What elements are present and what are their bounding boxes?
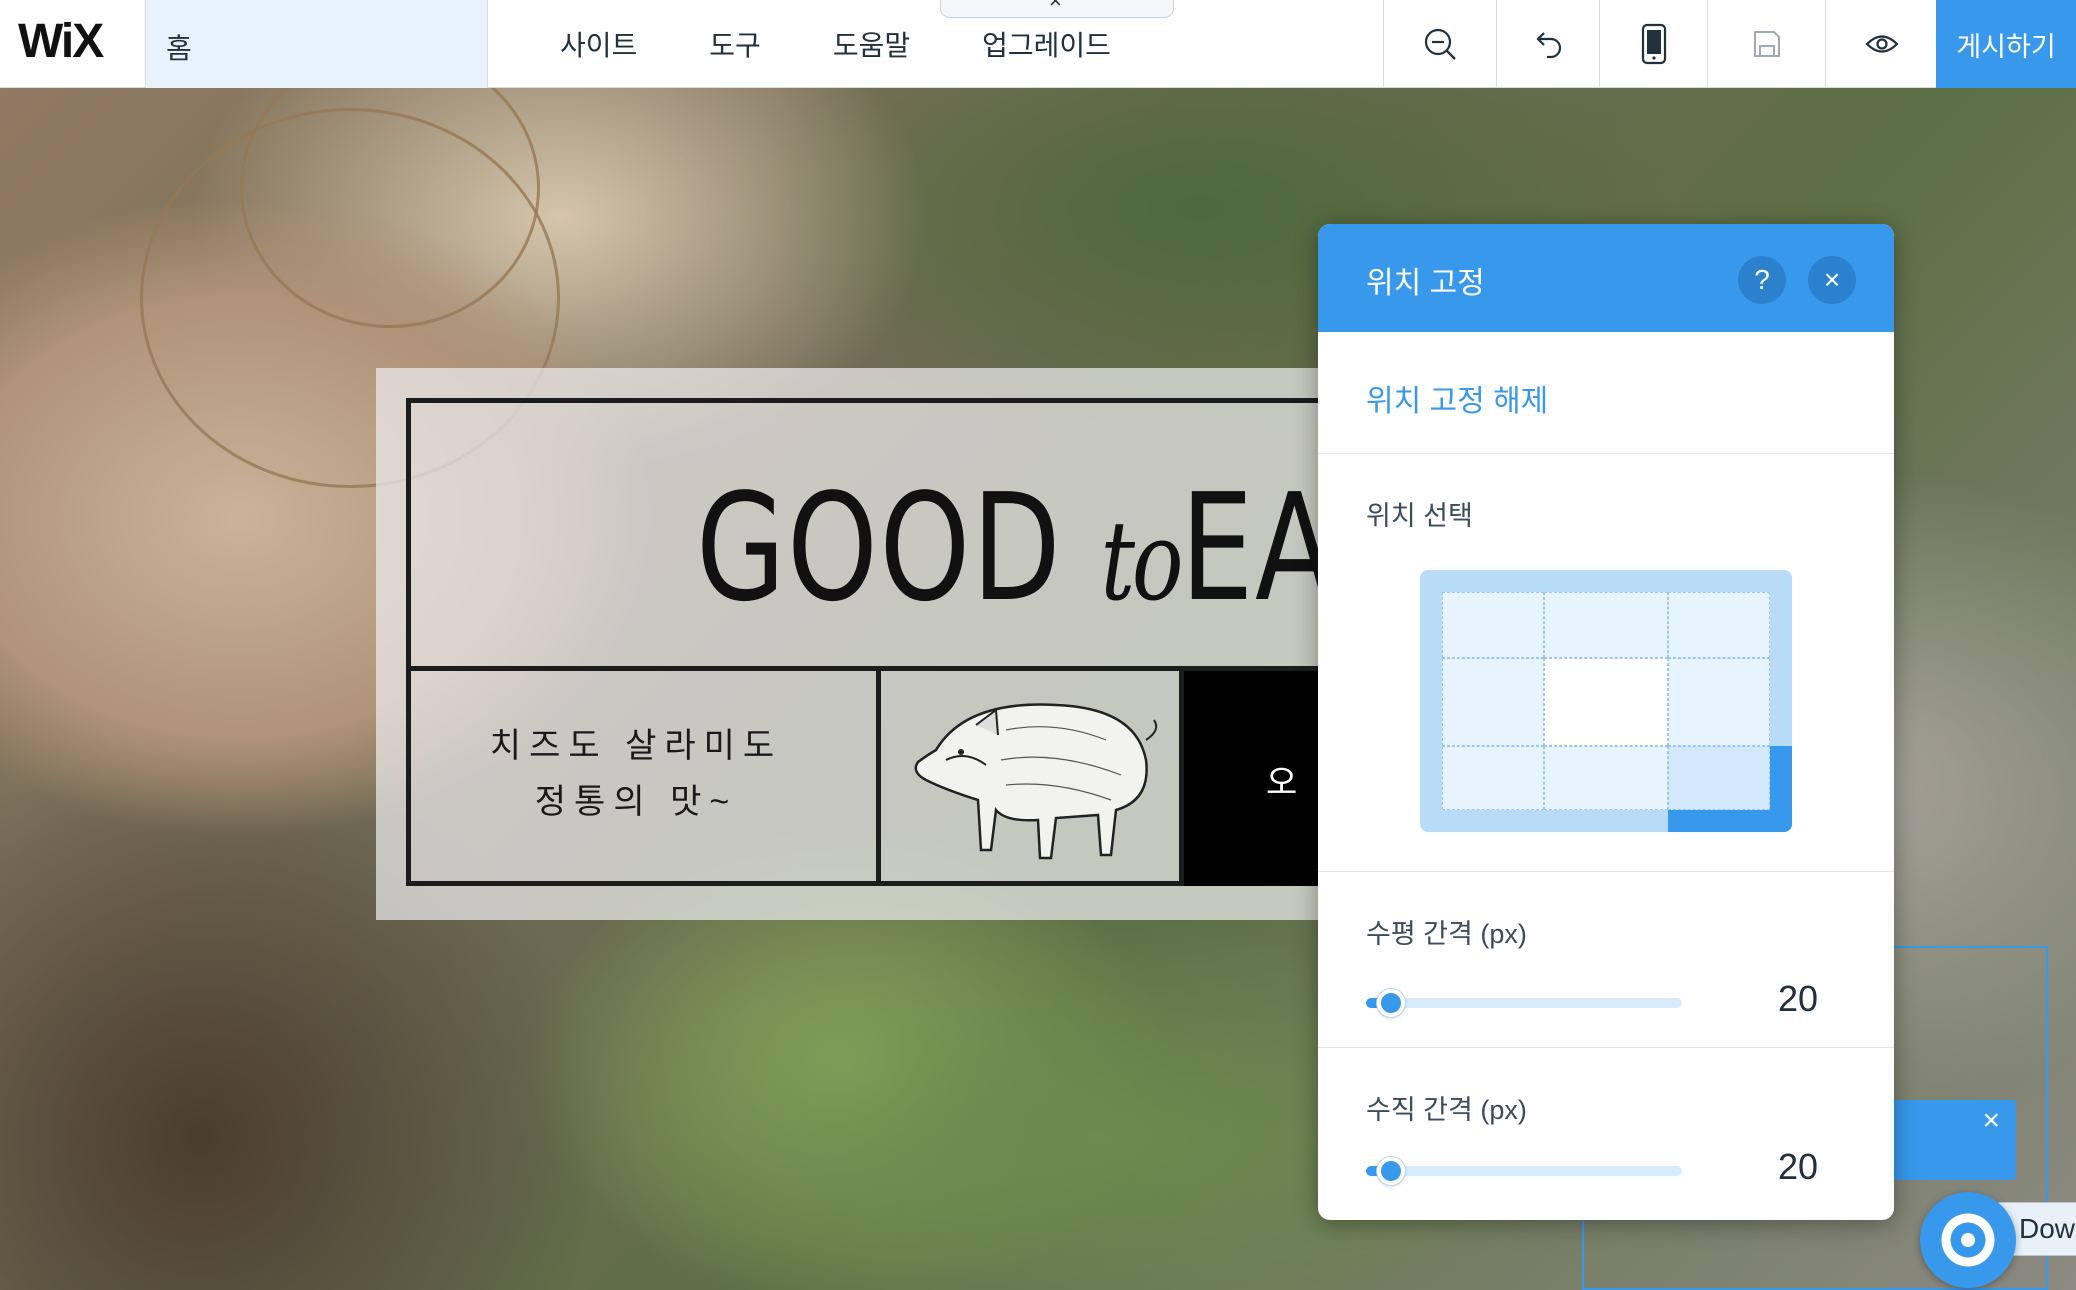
blurb-line: 치즈도 살라미도 (489, 727, 783, 765)
blurb-line: 정통의 맛~ (534, 783, 738, 821)
mobile-icon (1641, 23, 1666, 65)
pig-illustration[interactable] (906, 680, 1166, 870)
help-icon: ? (1754, 264, 1770, 295)
menu-tools[interactable]: 도구 (709, 24, 761, 64)
menu-site[interactable]: 사이트 (560, 24, 637, 64)
horizontal-margin-value[interactable]: 20 (1778, 978, 1818, 1020)
panel-title: 위치 고정 (1366, 267, 1485, 300)
strip-element-button[interactable]: × (1880, 1100, 2016, 1180)
selected-position-marker (1770, 746, 1792, 832)
help-button[interactable]: ? (1738, 256, 1786, 304)
page-selector[interactable]: 홈 (145, 0, 488, 88)
vertical-margin-section: 수직 간격 (px) 20 (1318, 1048, 1894, 1218)
zoom-out-button[interactable] (1383, 0, 1496, 88)
position-top-right[interactable] (1668, 592, 1770, 658)
vertical-margin-value[interactable]: 20 (1778, 1146, 1818, 1188)
close-icon: × (1823, 264, 1841, 295)
position-grid (1420, 570, 1792, 832)
save-icon (1753, 31, 1780, 57)
strip-banner[interactable]: GOOD toEA 치즈도 살라미도 정통의 맛~ 오 (376, 368, 1416, 920)
banner-blurb[interactable]: 치즈도 살라미도 정통의 맛~ (416, 718, 856, 830)
vertical-margin-label: 수직 간격 (px) (1366, 1095, 1527, 1125)
position-middle-right[interactable] (1668, 658, 1770, 746)
position-top-center[interactable] (1544, 592, 1668, 658)
position-bottom-center[interactable] (1544, 746, 1668, 810)
menu-upgrade[interactable]: 업그레이드 (982, 24, 1111, 64)
page-selector-label: 홈 (166, 33, 192, 64)
horizontal-margin-section: 수평 간격 (px) 20 (1318, 872, 1894, 1048)
position-label: 위치 선택 (1366, 501, 1473, 531)
headline-script-word: to (1100, 497, 1184, 625)
undo-icon (1536, 32, 1562, 59)
unpin-section: 위치 고정 해제 (1318, 332, 1894, 454)
horizontal-margin-label: 수평 간격 (px) (1366, 919, 1527, 949)
horizontal-margin-slider[interactable] (1366, 989, 1682, 1017)
mobile-view-button[interactable] (1599, 0, 1707, 88)
menu-help[interactable]: 도움말 (833, 24, 910, 64)
top-tab-notch[interactable]: × (940, 0, 1174, 18)
pin-to-screen-panel: 위치 고정 ? × 위치 고정 해제 위치 선택 수평 간격 (px) 20 수… (1318, 224, 1894, 1220)
slider-thumb[interactable] (1377, 1157, 1405, 1185)
headline-word: GOOD (696, 462, 1063, 634)
wix-logo[interactable]: WiX (18, 14, 104, 69)
banner-divider (876, 666, 881, 886)
help-fab-button[interactable] (1920, 1192, 2016, 1288)
unpin-link[interactable]: 위치 고정 해제 (1366, 376, 1548, 420)
position-bottom-right[interactable] (1668, 746, 1770, 810)
editor-top-bar: WiX 홈 사이트 도구 도움말 업그레이드 × 게시하기 (0, 0, 2076, 88)
publish-button[interactable]: 게시하기 (1936, 0, 2076, 88)
position-section: 위치 선택 (1318, 454, 1894, 872)
position-center[interactable] (1544, 658, 1668, 746)
zoom-out-icon (1424, 28, 1456, 60)
preview-button[interactable] (1825, 0, 1937, 88)
chat-bubble-icon (1941, 1213, 1995, 1267)
banner-headline[interactable]: GOOD toEA (696, 462, 1336, 634)
position-top-left[interactable] (1442, 592, 1544, 658)
position-middle-left[interactable] (1442, 658, 1544, 746)
undo-button[interactable] (1496, 0, 1599, 88)
panel-header: 위치 고정 ? × (1318, 224, 1894, 332)
close-panel-button[interactable]: × (1808, 256, 1856, 304)
headline-word: EA (1180, 462, 1336, 634)
top-menu: 사이트 도구 도움말 업그레이드 (560, 24, 1111, 64)
save-button[interactable] (1707, 0, 1825, 88)
tab-close-icon[interactable]: × (1049, 0, 1062, 14)
position-bottom-left[interactable] (1442, 746, 1544, 810)
eye-icon (1864, 35, 1899, 53)
black-block-text: 오 (1266, 764, 1298, 802)
vertical-margin-slider[interactable] (1366, 1157, 1682, 1185)
slider-thumb[interactable] (1377, 989, 1405, 1017)
close-icon[interactable]: × (1982, 1104, 2000, 1138)
